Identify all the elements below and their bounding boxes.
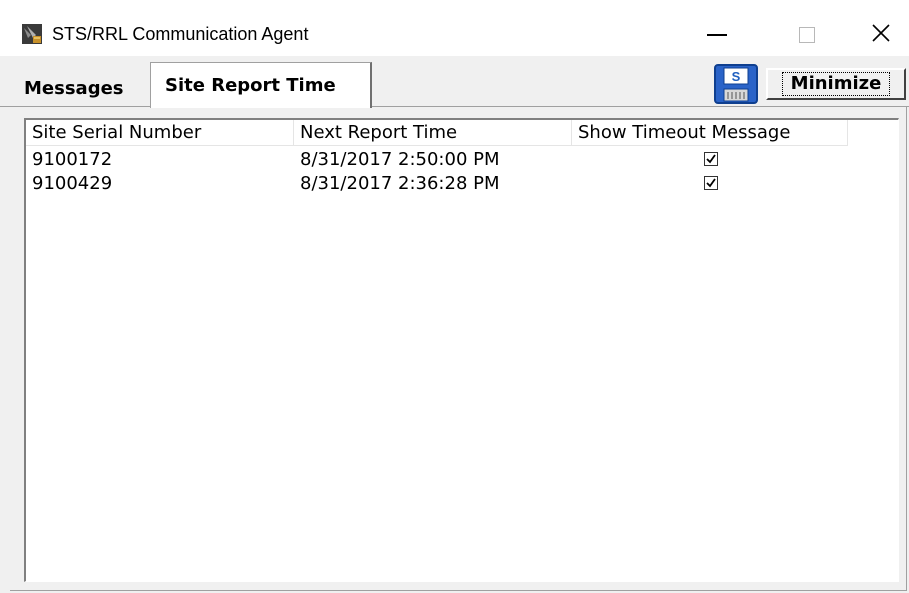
save-button[interactable]: S xyxy=(714,64,758,104)
column-header-next-report[interactable]: Next Report Time xyxy=(294,120,572,146)
window-close-button[interactable] xyxy=(858,18,904,52)
table-row[interactable]: 9100429 8/31/2017 2:36:28 PM xyxy=(26,172,898,196)
list-header: Site Serial Number Next Report Time Show… xyxy=(26,120,898,146)
window-maximize-button[interactable] xyxy=(784,18,830,52)
checkmark-icon xyxy=(706,178,716,188)
minimize-icon xyxy=(707,34,727,36)
app-window: STS/RRL Communication Agent Messages Sit… xyxy=(0,0,909,593)
site-serial-cell: 9100429 xyxy=(32,173,113,194)
save-icon-letter: S xyxy=(732,69,741,84)
title-bar: STS/RRL Communication Agent xyxy=(0,0,909,56)
next-report-cell: 8/31/2017 2:50:00 PM xyxy=(300,149,500,170)
site-report-panel: Site Serial Number Next Report Time Show… xyxy=(10,107,907,591)
site-serial-cell: 9100172 xyxy=(32,149,113,170)
window-title: STS/RRL Communication Agent xyxy=(52,24,309,44)
site-report-list[interactable]: Site Serial Number Next Report Time Show… xyxy=(24,118,899,582)
table-row[interactable]: 9100172 8/31/2017 2:50:00 PM xyxy=(26,148,898,172)
show-timeout-checkbox[interactable] xyxy=(704,152,718,166)
minimize-button-label: Minimize xyxy=(781,72,891,96)
minimize-button[interactable]: Minimize xyxy=(766,68,906,100)
window-minimize-button[interactable] xyxy=(694,18,740,52)
column-header-show-timeout[interactable]: Show Timeout Message xyxy=(572,120,848,146)
maximize-icon xyxy=(799,27,815,43)
app-icon xyxy=(22,24,42,44)
next-report-cell: 8/31/2017 2:36:28 PM xyxy=(300,173,500,194)
close-icon xyxy=(871,23,891,48)
show-timeout-checkbox[interactable] xyxy=(704,176,718,190)
column-header-site-serial[interactable]: Site Serial Number xyxy=(26,120,294,146)
checkmark-icon xyxy=(706,154,716,164)
tab-site-report-time[interactable]: Site Report Time xyxy=(150,62,372,108)
tab-messages[interactable]: Messages xyxy=(2,70,150,106)
save-disk-icon: S xyxy=(714,64,758,108)
